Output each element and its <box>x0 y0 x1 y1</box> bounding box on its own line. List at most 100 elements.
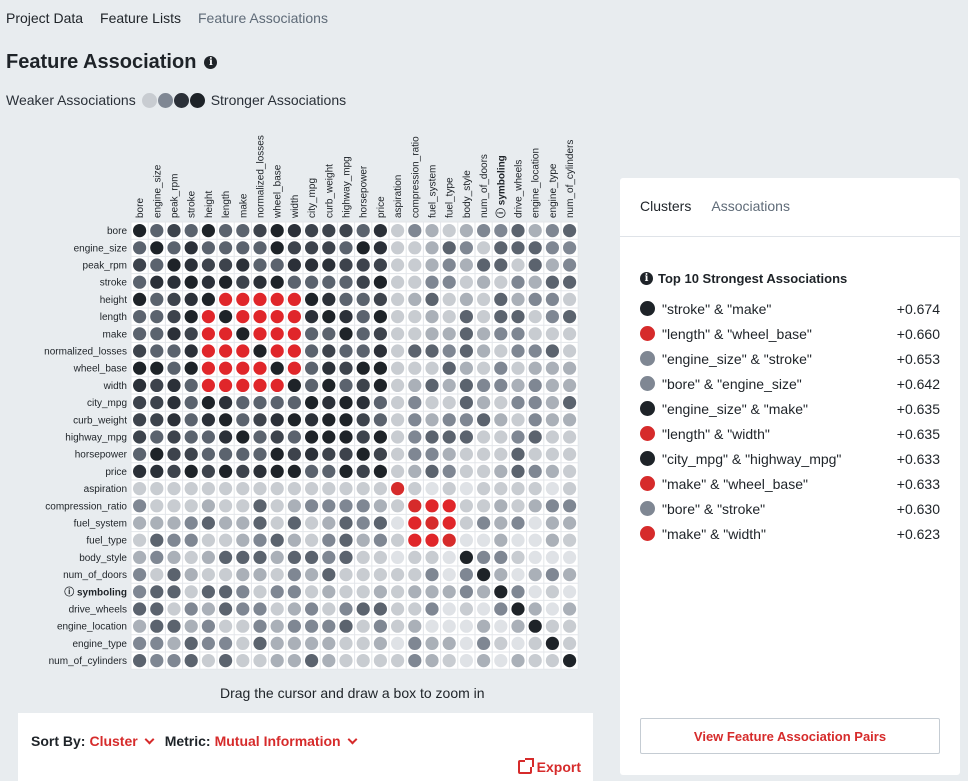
association-cell[interactable] <box>511 430 525 444</box>
association-cell[interactable] <box>511 447 525 461</box>
association-cell[interactable] <box>322 482 336 496</box>
association-cell[interactable] <box>373 396 387 410</box>
association-cell[interactable] <box>201 258 215 272</box>
association-cell[interactable] <box>528 344 542 358</box>
association-cell[interactable] <box>545 533 560 547</box>
association-cell[interactable] <box>339 619 353 633</box>
association-cell[interactable] <box>459 550 473 564</box>
association-cell[interactable] <box>305 533 319 547</box>
association-cell[interactable] <box>356 482 370 496</box>
association-cell[interactable] <box>425 275 439 289</box>
association-cell[interactable] <box>133 344 147 358</box>
association-cell[interactable] <box>133 550 147 564</box>
association-cell[interactable] <box>373 499 387 513</box>
association-cell[interactable] <box>511 361 525 375</box>
association-cell[interactable] <box>339 327 353 341</box>
association-cell[interactable] <box>236 327 250 341</box>
association-cell[interactable] <box>201 550 215 564</box>
association-cell[interactable] <box>150 550 164 564</box>
association-cell[interactable] <box>150 396 164 410</box>
row-label[interactable]: height <box>100 295 127 306</box>
association-cell[interactable] <box>391 602 405 616</box>
association-cell[interactable] <box>184 430 198 444</box>
association-cell[interactable] <box>356 241 370 255</box>
association-cell[interactable] <box>494 499 508 513</box>
column-label[interactable]: height <box>204 191 215 218</box>
association-cell[interactable] <box>219 482 233 496</box>
association-cell[interactable] <box>459 258 473 272</box>
association-cell[interactable] <box>391 344 405 358</box>
association-cell[interactable] <box>425 533 439 547</box>
row-label[interactable]: highway_mpg <box>65 433 127 444</box>
association-cell[interactable] <box>528 361 542 375</box>
association-cell[interactable] <box>545 396 560 410</box>
association-cell[interactable] <box>167 447 181 461</box>
association-cell[interactable] <box>545 258 560 272</box>
association-cell[interactable] <box>442 344 456 358</box>
association-cell[interactable] <box>477 344 491 358</box>
column-label[interactable]: length <box>221 191 232 218</box>
association-row[interactable]: "city_mpg" & "highway_mpg" +0.633 <box>640 446 940 471</box>
association-cell[interactable] <box>511 636 525 650</box>
association-cell[interactable] <box>322 516 336 530</box>
association-cell[interactable] <box>442 516 456 530</box>
association-cell[interactable] <box>150 361 164 375</box>
association-cell[interactable] <box>373 344 387 358</box>
association-cell[interactable] <box>219 241 233 255</box>
association-cell[interactable] <box>167 430 181 444</box>
association-cell[interactable] <box>339 361 353 375</box>
association-cell[interactable] <box>219 516 233 530</box>
association-cell[interactable] <box>477 568 491 582</box>
association-cell[interactable] <box>511 275 525 289</box>
info-icon[interactable]: i <box>640 272 653 285</box>
association-cell[interactable] <box>150 602 164 616</box>
association-cell[interactable] <box>219 568 233 582</box>
association-cell[interactable] <box>287 516 301 530</box>
association-cell[interactable] <box>184 396 198 410</box>
association-cell[interactable] <box>305 447 319 461</box>
association-cell[interactable] <box>442 585 456 599</box>
association-cell[interactable] <box>391 413 405 427</box>
association-cell[interactable] <box>322 224 336 238</box>
association-cell[interactable] <box>408 464 422 478</box>
association-cell[interactable] <box>339 636 353 650</box>
association-cell[interactable] <box>219 224 233 238</box>
association-cell[interactable] <box>425 602 439 616</box>
row-label[interactable]: engine_location <box>57 622 127 633</box>
association-cell[interactable] <box>339 482 353 496</box>
association-cell[interactable] <box>391 241 405 255</box>
association-cell[interactable] <box>373 568 387 582</box>
association-cell[interactable] <box>236 292 250 306</box>
association-cell[interactable] <box>425 654 439 668</box>
association-cell[interactable] <box>425 327 439 341</box>
association-cell[interactable] <box>356 430 370 444</box>
association-cell[interactable] <box>287 241 301 255</box>
association-cell[interactable] <box>184 241 198 255</box>
association-cell[interactable] <box>150 310 164 324</box>
association-cell[interactable] <box>305 602 319 616</box>
association-cell[interactable] <box>391 533 405 547</box>
association-cell[interactable] <box>442 499 456 513</box>
association-cell[interactable] <box>133 568 147 582</box>
association-cell[interactable] <box>150 636 164 650</box>
association-cell[interactable] <box>150 224 164 238</box>
association-cell[interactable] <box>150 654 164 668</box>
association-cell[interactable] <box>442 361 456 375</box>
association-cell[interactable] <box>442 568 456 582</box>
association-cell[interactable] <box>339 275 353 289</box>
association-cell[interactable] <box>339 344 353 358</box>
association-cell[interactable] <box>528 310 542 324</box>
association-cell[interactable] <box>494 413 508 427</box>
association-cell[interactable] <box>356 275 370 289</box>
association-cell[interactable] <box>459 361 473 375</box>
association-cell[interactable] <box>425 516 439 530</box>
column-label[interactable]: stroke <box>187 190 198 218</box>
association-cell[interactable] <box>339 378 353 392</box>
association-cell[interactable] <box>391 292 405 306</box>
association-cell[interactable] <box>133 310 147 324</box>
association-cell[interactable] <box>528 327 542 341</box>
association-cell[interactable] <box>563 636 577 650</box>
association-cell[interactable] <box>563 464 577 478</box>
association-cell[interactable] <box>511 499 525 513</box>
association-cell[interactable] <box>322 396 336 410</box>
